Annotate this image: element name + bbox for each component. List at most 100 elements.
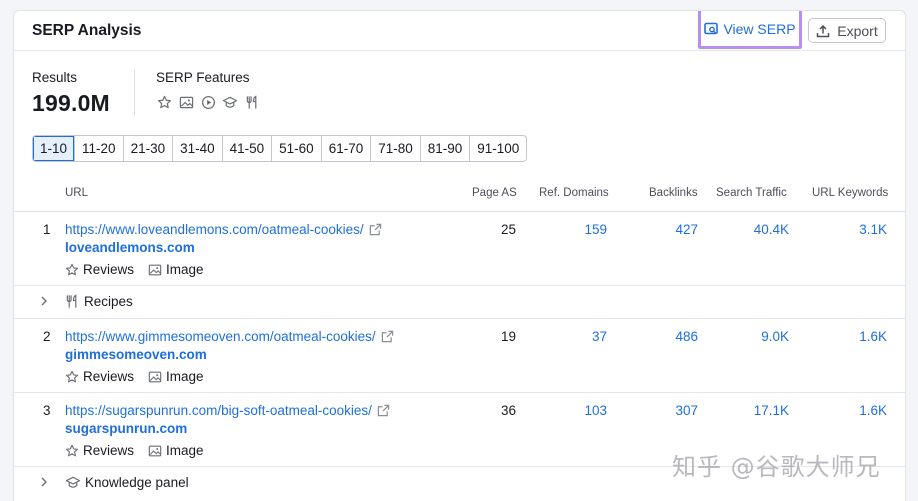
graduation-cap-icon[interactable] xyxy=(222,94,238,110)
url-keywords-value[interactable]: 3.1K xyxy=(859,222,887,237)
row-rank: 2 xyxy=(43,329,51,344)
backlinks-value[interactable]: 427 xyxy=(675,222,698,237)
results-label: Results xyxy=(32,70,78,85)
serp-features-icons xyxy=(156,94,260,110)
view-serp-label: View SERP xyxy=(723,20,796,37)
image-tag: Image xyxy=(148,443,204,458)
column-url[interactable]: URL xyxy=(65,187,88,199)
results-pagination: 1-10 11-20 21-30 31-40 41-50 51-60 61-70… xyxy=(32,135,528,162)
result-url-link[interactable]: https://www.gimmesomeoven.com/oatmeal-co… xyxy=(65,329,394,344)
image-tag-label: Image xyxy=(166,443,204,458)
table-header: URL Page AS Ref. Domains Backlinks Searc… xyxy=(14,181,905,212)
export-button[interactable]: Export xyxy=(808,18,886,43)
results-value: 199.0M xyxy=(32,90,110,116)
page-91-100[interactable]: 91-100 xyxy=(469,136,526,161)
search-traffic-value[interactable]: 17.1K xyxy=(754,403,789,418)
expand-chevron-icon[interactable] xyxy=(40,295,48,309)
feature-row-label: Knowledge panel xyxy=(65,475,189,490)
external-link-icon[interactable] xyxy=(381,330,394,343)
page-51-60[interactable]: 51-60 xyxy=(271,136,321,161)
star-icon xyxy=(65,370,79,382)
url-keywords-value[interactable]: 1.6K xyxy=(859,403,887,418)
reviews-tag: Reviews xyxy=(65,443,134,458)
table-row: 2 https://www.gimmesomeoven.com/oatmeal-… xyxy=(14,319,905,393)
ref-domains-value[interactable]: 159 xyxy=(584,222,607,237)
page-as-value: 25 xyxy=(500,222,516,237)
serp-features-label: SERP Features xyxy=(156,70,250,85)
column-search-traffic[interactable]: Search Traffic xyxy=(716,187,787,199)
star-icon[interactable] xyxy=(156,94,172,110)
image-icon[interactable] xyxy=(178,94,194,110)
expand-chevron-icon[interactable] xyxy=(40,476,48,490)
result-url[interactable]: https://sugarspunrun.com/big-soft-oatmea… xyxy=(65,403,372,418)
export-label: Export xyxy=(837,22,878,39)
reviews-tag-label: Reviews xyxy=(83,262,135,277)
summary-divider xyxy=(134,69,135,116)
star-icon xyxy=(65,444,79,456)
image-tag-label: Image xyxy=(166,262,204,277)
result-features: Reviews Image xyxy=(65,262,204,277)
column-url-keywords[interactable]: URL Keywords xyxy=(812,187,888,199)
backlinks-value[interactable]: 307 xyxy=(675,403,698,418)
recipes-label: Recipes xyxy=(84,294,133,309)
result-url-link[interactable]: https://sugarspunrun.com/big-soft-oatmea… xyxy=(65,403,390,418)
card-header: SERP Analysis View SERP Export xyxy=(14,11,905,51)
column-ref-domains[interactable]: Ref. Domains xyxy=(539,187,609,199)
search-traffic-value[interactable]: 40.4K xyxy=(754,222,789,237)
image-tag: Image xyxy=(148,369,204,384)
result-domain[interactable]: sugarspunrun.com xyxy=(65,421,187,436)
page-31-40[interactable]: 31-40 xyxy=(172,136,222,161)
page-21-30[interactable]: 21-30 xyxy=(122,136,173,161)
star-icon xyxy=(65,263,79,275)
reviews-tag-label: Reviews xyxy=(83,443,135,458)
row-rank: 3 xyxy=(43,403,51,418)
column-backlinks[interactable]: Backlinks xyxy=(649,187,698,199)
knowledge-panel-label: Knowledge panel xyxy=(85,475,189,490)
watermark-text: 知乎 @谷歌大师兄 xyxy=(672,453,881,481)
image-icon xyxy=(148,264,162,275)
page-81-90[interactable]: 81-90 xyxy=(419,136,470,161)
table-row: 1 https://www.loveandlemons.com/oatmeal-… xyxy=(14,212,905,286)
page-61-70[interactable]: 61-70 xyxy=(320,136,371,161)
reviews-tag: Reviews xyxy=(65,262,134,277)
export-icon xyxy=(817,24,830,37)
image-icon xyxy=(148,445,162,456)
page-71-80[interactable]: 71-80 xyxy=(370,136,420,161)
external-link-icon[interactable] xyxy=(377,404,390,417)
result-features: Reviews Image xyxy=(65,369,204,384)
image-tag: Image xyxy=(148,262,204,277)
fork-knife-icon[interactable] xyxy=(244,94,260,110)
reviews-tag: Reviews xyxy=(65,369,134,384)
reviews-tag-label: Reviews xyxy=(83,369,135,384)
result-url-link[interactable]: https://www.loveandlemons.com/oatmeal-co… xyxy=(65,222,382,237)
result-domain[interactable]: gimmesomeoven.com xyxy=(65,347,207,362)
result-domain[interactable]: loveandlemons.com xyxy=(65,240,195,255)
page-as-value: 36 xyxy=(500,403,516,418)
graduation-cap-icon xyxy=(65,476,81,488)
video-icon[interactable] xyxy=(200,94,216,110)
image-tag-label: Image xyxy=(166,369,204,384)
page-41-50[interactable]: 41-50 xyxy=(221,136,272,161)
fork-knife-icon xyxy=(66,294,77,308)
page-11-20[interactable]: 11-20 xyxy=(74,136,123,161)
page-as-value: 19 xyxy=(500,329,516,344)
serp-feature-row-recipes[interactable]: Recipes xyxy=(14,286,905,319)
card-title: SERP Analysis xyxy=(32,22,142,39)
backlinks-value[interactable]: 486 xyxy=(675,329,698,344)
result-url[interactable]: https://www.loveandlemons.com/oatmeal-co… xyxy=(65,222,364,237)
search-traffic-value[interactable]: 9.0K xyxy=(761,329,789,344)
result-url[interactable]: https://www.gimmesomeoven.com/oatmeal-co… xyxy=(65,329,376,344)
column-page-as[interactable]: Page AS xyxy=(472,187,517,199)
ref-domains-value[interactable]: 103 xyxy=(584,403,607,418)
view-serp-icon xyxy=(704,22,719,34)
feature-row-label: Recipes xyxy=(65,294,133,309)
serp-analysis-card: SERP Analysis View SERP Export Results 1… xyxy=(13,10,906,501)
url-keywords-value[interactable]: 1.6K xyxy=(859,329,887,344)
image-icon xyxy=(148,371,162,382)
result-features: Reviews Image xyxy=(65,443,204,458)
view-serp-button[interactable]: View SERP xyxy=(698,11,802,49)
ref-domains-value[interactable]: 37 xyxy=(592,329,607,344)
external-link-icon[interactable] xyxy=(369,223,382,236)
page-1-10[interactable]: 1-10 xyxy=(33,136,75,161)
row-rank: 1 xyxy=(43,222,51,237)
